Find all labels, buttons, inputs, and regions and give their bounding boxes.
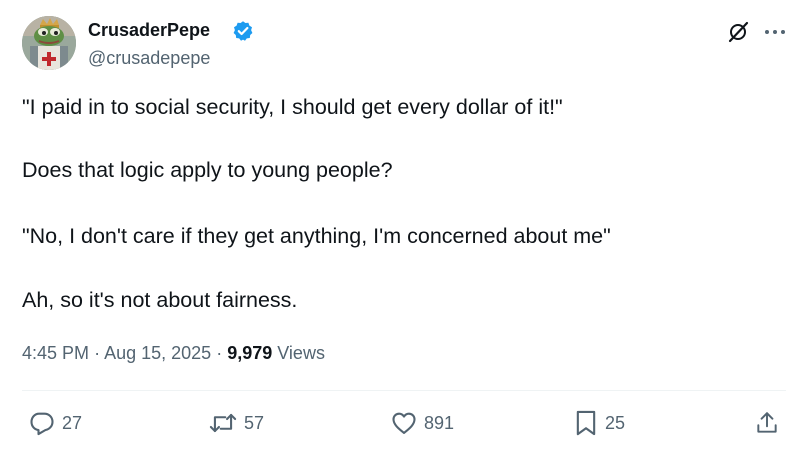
divider (22, 390, 786, 391)
views-count: 9,979 (227, 343, 278, 363)
meta-separator: · (94, 343, 105, 363)
reply-button[interactable]: 27 (28, 409, 82, 437)
tweet-text-line-1: "I paid in to social security, I should … (22, 95, 563, 119)
reply-count: 27 (62, 413, 83, 433)
like-button[interactable]: 891 (390, 409, 454, 437)
more-icon[interactable] (762, 20, 788, 44)
tweet-text-line-2: Does that logic apply to young people? (22, 158, 393, 182)
views-label: Views (277, 343, 325, 363)
tweet-time[interactable]: 4:45 PM (22, 343, 89, 363)
repost-button[interactable]: 57 (208, 409, 264, 437)
meta-separator: · (216, 343, 228, 363)
tweet-text-line-3: "No, I don't care if they get anything, … (22, 224, 611, 248)
like-count: 891 (424, 413, 455, 433)
tweet-date[interactable]: Aug 15, 2025 (104, 343, 211, 363)
share-icon (757, 412, 777, 433)
reply-icon (30, 412, 54, 436)
repost-icon (209, 413, 237, 433)
tweet-meta: 4:45 PM · Aug 15, 2025 · 9,979 Views (22, 341, 325, 365)
bookmark-button[interactable]: 25 (573, 409, 625, 437)
handle[interactable]: @crusadepepe (88, 47, 210, 69)
bookmark-icon (576, 410, 596, 436)
tweet-text-line-4: Ah, so it's not about fairness. (22, 288, 298, 312)
tweet-card: CrusaderPepe @crusadepepe "I paid in to … (0, 0, 792, 455)
avatar[interactable] (22, 16, 76, 70)
repost-count: 57 (244, 413, 265, 433)
grok-icon[interactable] (726, 20, 750, 44)
frog-crusader-avatar-icon (22, 16, 76, 70)
share-button[interactable] (754, 409, 780, 437)
display-name[interactable]: CrusaderPepe (88, 19, 210, 41)
heart-icon (392, 412, 416, 434)
verified-badge-icon (233, 21, 253, 41)
bookmark-count: 25 (605, 413, 626, 433)
